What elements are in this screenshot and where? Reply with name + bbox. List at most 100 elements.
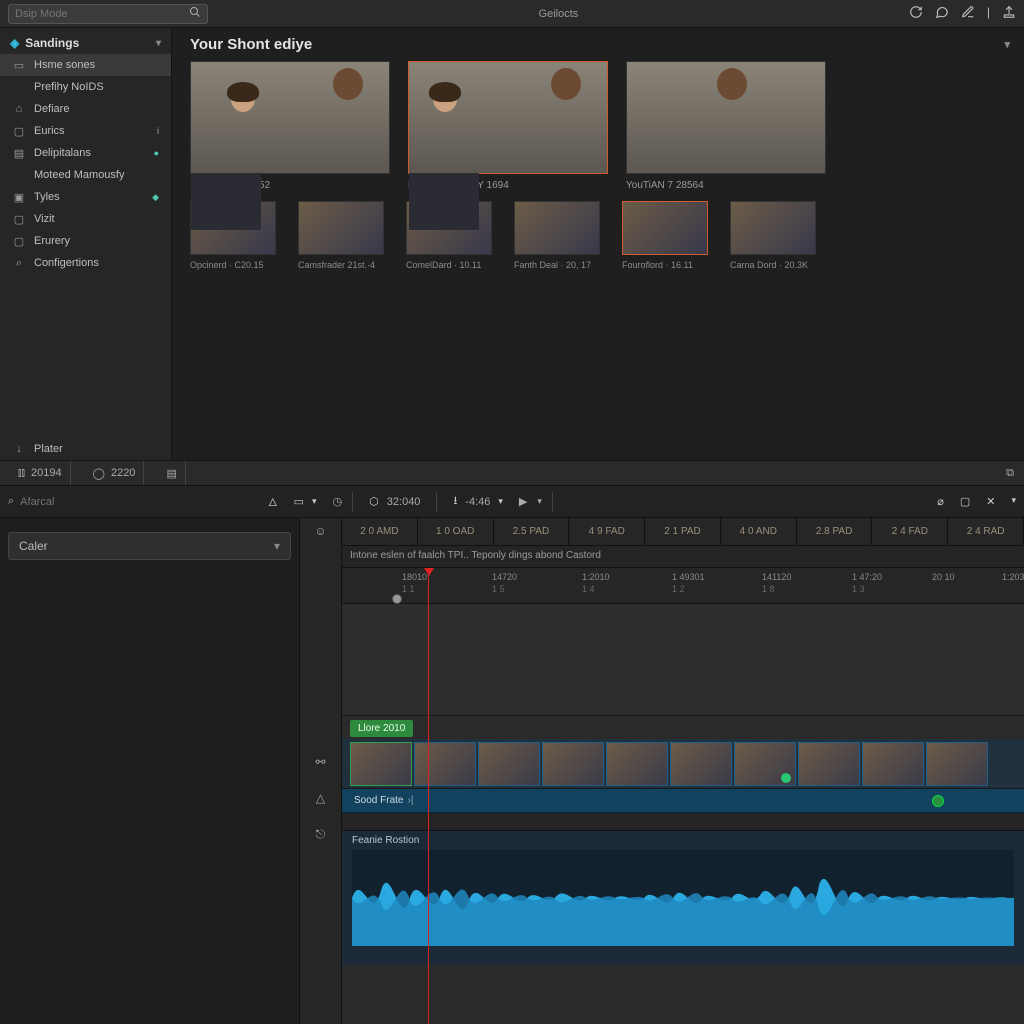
chevron-down-icon[interactable]: ▾ bbox=[312, 496, 317, 507]
bell-icon[interactable]: 🜂 bbox=[268, 491, 278, 513]
link-icon[interactable]: ⚯ bbox=[315, 755, 325, 769]
user-icon[interactable]: ☺ bbox=[314, 524, 326, 538]
sidebar-item-eurics[interactable]: ▢ Eurics i bbox=[0, 120, 171, 142]
monitor-icon[interactable]: ▢ bbox=[960, 495, 970, 508]
chevron-down-icon[interactable]: ▾ bbox=[537, 496, 542, 507]
chevron-down-icon[interactable]: ▾ bbox=[1011, 495, 1016, 508]
camera-icon[interactable]: ⌀ bbox=[937, 495, 944, 508]
sidebar-item-moteed[interactable]: Moteed Mamousfy bbox=[0, 164, 171, 186]
record-group[interactable]: ⬡ 32:040 bbox=[363, 495, 426, 508]
sequence-tabs: 2 0 AMD 1 0 OAD 2.5 PAD 4 9 FAD 2 1 PAD … bbox=[342, 518, 1024, 546]
tab[interactable]: 2.8 PAD bbox=[797, 518, 873, 545]
marker-icon[interactable] bbox=[932, 795, 944, 807]
clip-thumb[interactable] bbox=[626, 61, 826, 174]
tab[interactable]: 4 9 FAD bbox=[569, 518, 645, 545]
tab[interactable]: 2 4 FAD bbox=[872, 518, 948, 545]
comment-icon[interactable] bbox=[935, 5, 949, 22]
video-clip[interactable] bbox=[478, 742, 540, 786]
sidebar-item-home-sones[interactable]: ▭ Hsme sones bbox=[0, 54, 171, 76]
large-clip[interactable]: Sout FMIY2s1652 bbox=[190, 61, 390, 191]
status-counter-b[interactable]: ◯ 2220 bbox=[85, 461, 145, 485]
refresh-icon[interactable] bbox=[909, 5, 923, 22]
square-icon: ▢ bbox=[12, 235, 26, 248]
chevron-down-icon[interactable]: ▾ bbox=[156, 38, 161, 49]
ruler-tick: 14720 bbox=[492, 572, 517, 582]
in-marker[interactable] bbox=[392, 594, 402, 604]
status-b-value: 2220 bbox=[111, 467, 135, 479]
tab[interactable]: 2 4 RAD bbox=[948, 518, 1024, 545]
video-clip[interactable] bbox=[926, 742, 988, 786]
tv-icon: ▣ bbox=[12, 191, 26, 204]
title-track[interactable]: Sood Frate ›| bbox=[342, 789, 1024, 813]
clip-thumb[interactable] bbox=[408, 61, 608, 174]
mini-clip[interactable]: Camsfrader 21st.·4 bbox=[298, 201, 384, 270]
mini-clip[interactable]: Fouroflord · 16.11 bbox=[622, 201, 708, 270]
collapse-icon[interactable]: ▾ bbox=[1004, 38, 1010, 51]
tab[interactable]: 2 1 PAD bbox=[645, 518, 721, 545]
history-icon[interactable]: ◷ bbox=[333, 495, 343, 508]
clip-thumb[interactable] bbox=[622, 201, 708, 255]
sidebar-item-label: Hsme sones bbox=[34, 59, 95, 71]
sidebar-item-erurery[interactable]: ▢ Erurery bbox=[0, 230, 171, 252]
bin-icon[interactable]: ▭ bbox=[294, 495, 304, 508]
chevron-down-icon[interactable]: ▾ bbox=[498, 496, 503, 507]
sidebar-item-tyles[interactable]: ▣ Tyles ◆ bbox=[0, 186, 171, 208]
tab[interactable]: 1 0 OAD bbox=[418, 518, 494, 545]
timeline-search[interactable]: ⌕ bbox=[8, 495, 238, 508]
timeline-search-input[interactable] bbox=[20, 496, 238, 508]
empty-video-track[interactable] bbox=[342, 604, 1024, 716]
video-track[interactable] bbox=[342, 739, 1024, 789]
alert-icon[interactable]: △ bbox=[316, 791, 325, 805]
video-clip[interactable] bbox=[350, 742, 412, 786]
download-group[interactable]: ⭳ -4:46 ▾ bbox=[447, 492, 508, 511]
clip-thumb[interactable] bbox=[514, 201, 600, 255]
timeline-area: ☺ ⚯ △ ⎋ 2 0 AMD 1 0 OAD 2.5 PAD 4 9 FAD … bbox=[300, 518, 1024, 1024]
playhead[interactable] bbox=[428, 568, 429, 1024]
sidebar-item-plater[interactable]: ↓ Plater bbox=[0, 438, 171, 460]
clip-thumb[interactable] bbox=[298, 201, 384, 255]
tab[interactable]: 2 0 AMD bbox=[342, 518, 418, 545]
tab[interactable]: 2.5 PAD bbox=[494, 518, 570, 545]
sidebar-item-config[interactable]: ⌕ Configertions bbox=[0, 252, 171, 274]
video-clip[interactable] bbox=[734, 742, 796, 786]
mode-search-box[interactable] bbox=[8, 4, 208, 24]
video-clip[interactable] bbox=[798, 742, 860, 786]
tab[interactable]: 4 0 AND bbox=[721, 518, 797, 545]
close-icon[interactable]: ✕ bbox=[986, 495, 995, 508]
edit-icon[interactable] bbox=[961, 5, 975, 22]
clip-tag[interactable]: Llore 2010 bbox=[350, 720, 413, 737]
video-clip[interactable] bbox=[414, 742, 476, 786]
sidebar-item-defiare[interactable]: ⌂ Defiare bbox=[0, 98, 171, 120]
main-browser: Your Shont ediye ▾ Sout FMIY2s1652 RUIOS… bbox=[172, 28, 1024, 460]
time-ruler[interactable]: 18010:1 1 147201 5 1:20101 4 1 493011 2 … bbox=[342, 568, 1024, 604]
video-clip[interactable] bbox=[542, 742, 604, 786]
search-icon: ⌕ bbox=[12, 257, 26, 270]
video-clip[interactable] bbox=[670, 742, 732, 786]
caler-dropdown[interactable]: Caler ▾ bbox=[8, 532, 291, 560]
large-clip[interactable]: RUIOS SMNOLY 1694 bbox=[408, 61, 608, 191]
waveform[interactable] bbox=[352, 850, 1014, 946]
clip-thumb[interactable] bbox=[190, 61, 390, 174]
video-clip[interactable] bbox=[606, 742, 668, 786]
lock-icon[interactable]: ⎋ bbox=[316, 827, 326, 842]
panel-toggle-icon[interactable]: ⧉ bbox=[1006, 467, 1014, 480]
clip-label: ComelDard · 10.11 bbox=[406, 260, 492, 270]
sidebar-item-prefiny[interactable]: Prefihy NoIDS bbox=[0, 76, 171, 98]
mini-clip[interactable]: Fanth Deal · 20, 17 bbox=[514, 201, 600, 270]
export-icon[interactable] bbox=[1002, 5, 1016, 22]
sidebar-item-delip[interactable]: ▤ Delipitalans ● bbox=[0, 142, 171, 164]
mode-search-input[interactable] bbox=[15, 8, 189, 20]
audio-track[interactable]: Feanie Rostion bbox=[342, 831, 1024, 965]
large-clip[interactable]: YouTiAN 7 28564 bbox=[626, 61, 826, 191]
search-icon[interactable] bbox=[189, 6, 201, 21]
chevron-right-icon: ›| bbox=[407, 795, 413, 806]
sidebar-header[interactable]: ◈ Sandings ▾ bbox=[0, 28, 171, 54]
video-clip[interactable] bbox=[862, 742, 924, 786]
play-icon[interactable]: ▶ bbox=[519, 495, 527, 508]
status-counter-a[interactable]: ⫾⫾ 20194 bbox=[10, 461, 71, 485]
status-layout[interactable]: ▤ bbox=[158, 461, 185, 485]
sidebar-item-vizit[interactable]: ▢ Vizit bbox=[0, 208, 171, 230]
mini-clip[interactable]: Carna Dord · 20.3K bbox=[730, 201, 816, 270]
clip-thumb[interactable] bbox=[730, 201, 816, 255]
chevron-down-icon[interactable]: ▾ bbox=[274, 539, 280, 553]
